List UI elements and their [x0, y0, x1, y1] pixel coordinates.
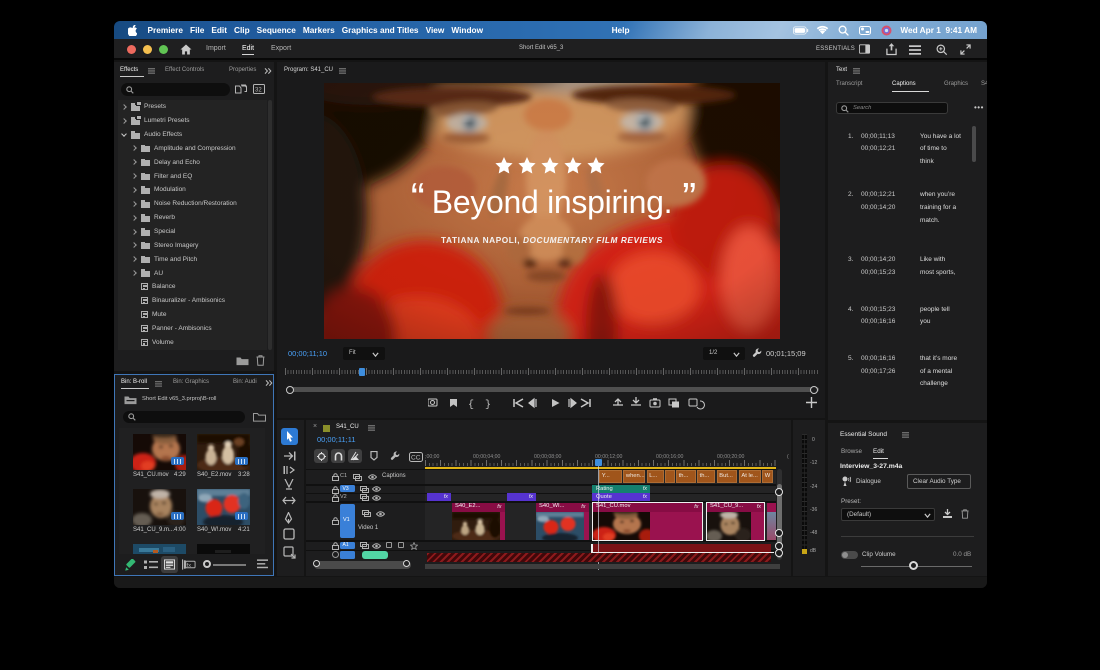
svg-text:32: 32	[255, 88, 262, 94]
svg-text:CC: CC	[411, 455, 421, 462]
svg-text:fx: fx	[187, 563, 192, 569]
svg-text:{: {	[468, 399, 474, 410]
svg-text:}: }	[485, 399, 491, 410]
